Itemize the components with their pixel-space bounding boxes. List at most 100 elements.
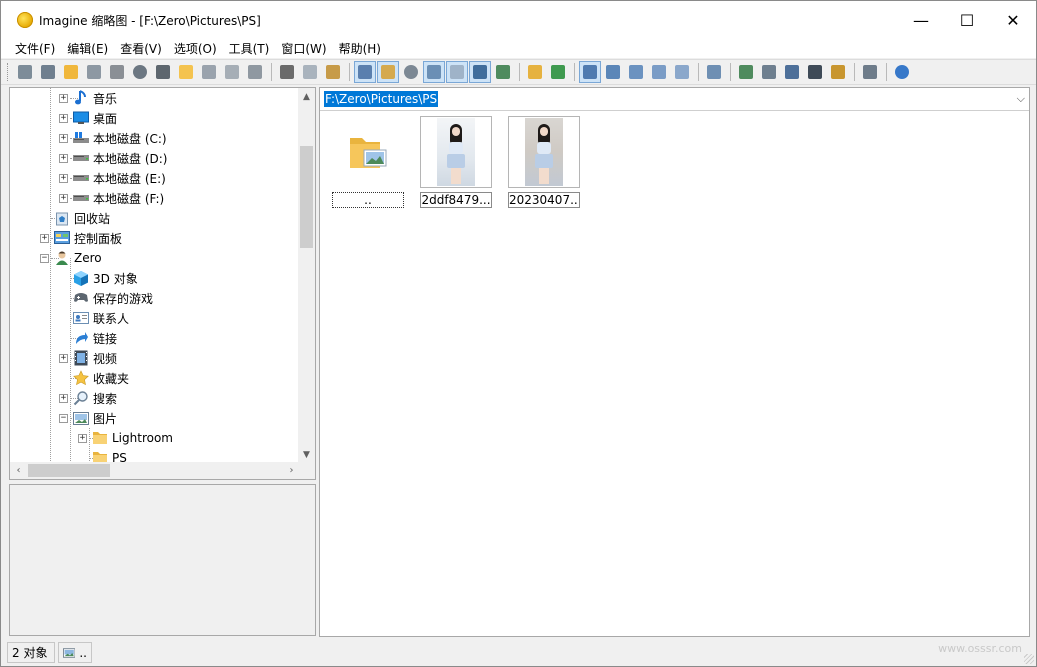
expand-icon[interactable]: + [59,173,68,183]
batch-button[interactable] [758,61,780,83]
tree-item-label: Zero [74,251,102,265]
cut-button[interactable] [276,61,298,83]
tree-item[interactable]: − 图片 [59,408,117,428]
tree-item[interactable]: + 桌面 [59,108,117,128]
fit-button[interactable] [469,61,491,83]
thumbnail-item-parent[interactable]: .. [332,116,404,208]
tree-item[interactable]: + 搜索 [59,388,117,408]
tree-vscroll-thumb[interactable] [300,146,313,248]
tiles-button[interactable] [423,61,445,83]
scroll-up-icon[interactable]: ▲ [298,88,315,105]
expand-icon[interactable]: + [59,393,68,403]
menu-help[interactable]: 帮助(H) [333,40,387,57]
menu-edit[interactable]: 编辑(E) [61,40,114,57]
minimize-button[interactable]: — [898,1,944,39]
up-folder-button[interactable] [524,61,546,83]
tree-item[interactable]: + 视频 [59,348,117,368]
tree-item[interactable]: + 音乐 [59,88,117,108]
image-button[interactable] [492,61,514,83]
slideshow-icon [41,65,55,79]
expand-icon[interactable]: + [40,233,49,243]
collapse-icon[interactable]: − [59,413,68,423]
edit-button[interactable] [827,61,849,83]
tree-item[interactable]: 保存的游戏 [59,288,153,308]
tree-guide-line [50,88,51,463]
thumbs-large-button[interactable] [579,61,601,83]
camera-button[interactable] [152,61,174,83]
close-button[interactable]: ✕ [990,1,1036,39]
help-button[interactable] [891,61,913,83]
trash-icon [225,65,239,79]
tree-item[interactable]: 联系人 [59,308,129,328]
address-bar[interactable]: F:\Zero\Pictures\PS ⌵ [320,88,1029,111]
film-button[interactable] [804,61,826,83]
print-button[interactable] [106,61,128,83]
minimize-icon: — [913,10,929,30]
thumbs-medium-button[interactable] [602,61,624,83]
maximize-button[interactable]: ☐ [944,1,990,39]
rename-button[interactable] [198,61,220,83]
expand-icon[interactable]: + [59,113,68,123]
tree-item[interactable]: PS [78,448,127,463]
copy-button[interactable] [299,61,321,83]
menu-tools[interactable]: 工具(T) [223,40,276,57]
fit-icon [473,65,487,79]
paste-button[interactable] [322,61,344,83]
thumbnail-item-photo-1[interactable]: 2ddf8479... [420,116,492,208]
menu-window[interactable]: 窗口(W) [275,40,332,57]
save-button[interactable] [83,61,105,83]
tree-vertical-scrollbar[interactable]: ▲ ▼ [298,88,315,463]
clock-button[interactable] [400,61,422,83]
address-path[interactable]: F:\Zero\Pictures\PS [324,91,439,107]
notes-button[interactable] [859,61,881,83]
expand-icon[interactable]: + [59,133,68,143]
expand-icon[interactable]: + [59,353,68,363]
capture-button[interactable] [781,61,803,83]
tree-item[interactable]: 回收站 [40,208,110,228]
collapse-icon[interactable]: − [40,253,49,263]
expand-icon[interactable]: + [78,433,87,443]
grid-button[interactable] [446,61,468,83]
view-button[interactable] [14,61,36,83]
scroll-left-icon[interactable]: ‹ [10,462,27,479]
menu-view[interactable]: 查看(V) [114,40,168,57]
menu-file[interactable]: 文件(F) [9,40,61,57]
toolbar-grip[interactable] [7,63,10,81]
sort-button[interactable] [377,61,399,83]
details-button[interactable] [671,61,693,83]
convert-button[interactable] [735,61,757,83]
trash-button[interactable] [221,61,243,83]
new-folder-button[interactable] [175,61,197,83]
tree-item[interactable]: 收藏夹 [59,368,129,388]
tree-item[interactable]: + 本地磁盘 (E:) [59,168,166,188]
tree-item[interactable]: 3D 对象 [59,268,138,288]
expand-icon[interactable]: + [59,193,68,203]
tree-item[interactable]: − Zero [40,248,102,268]
chevron-down-icon[interactable]: ⌵ [1017,92,1025,106]
tree-item[interactable]: + 控制面板 [40,228,122,248]
expand-icon[interactable]: + [59,93,68,103]
scroll-down-icon[interactable]: ▼ [298,446,315,463]
settings-button[interactable] [703,61,725,83]
tree-item[interactable]: + 本地磁盘 (D:) [59,148,167,168]
info-button[interactable] [129,61,151,83]
tree-item[interactable]: 链接 [59,328,117,348]
tree-item-label: 链接 [93,331,118,346]
filmstrip-button[interactable] [354,61,376,83]
tree-item[interactable]: + 本地磁盘 (C:) [59,128,167,148]
tree-hscroll-thumb[interactable] [28,464,110,477]
menu-options[interactable]: 选项(O) [168,40,223,57]
slideshow-button[interactable] [37,61,59,83]
expand-icon[interactable]: + [59,153,68,163]
tree-item[interactable]: + 本地磁盘 (F:) [59,188,164,208]
thumbs-small-button[interactable] [625,61,647,83]
resize-grip[interactable] [1024,654,1034,664]
tree-item-label: Lightroom [112,431,173,445]
refresh-button[interactable] [547,61,569,83]
properties-button[interactable] [244,61,266,83]
thumbnail-item-photo-2[interactable]: 20230407... [508,116,580,208]
list-button[interactable] [648,61,670,83]
tree-item[interactable]: + Lightroom [78,428,173,448]
tree-horizontal-scrollbar[interactable]: ‹ › [10,462,300,479]
open-folder-button[interactable] [60,61,82,83]
